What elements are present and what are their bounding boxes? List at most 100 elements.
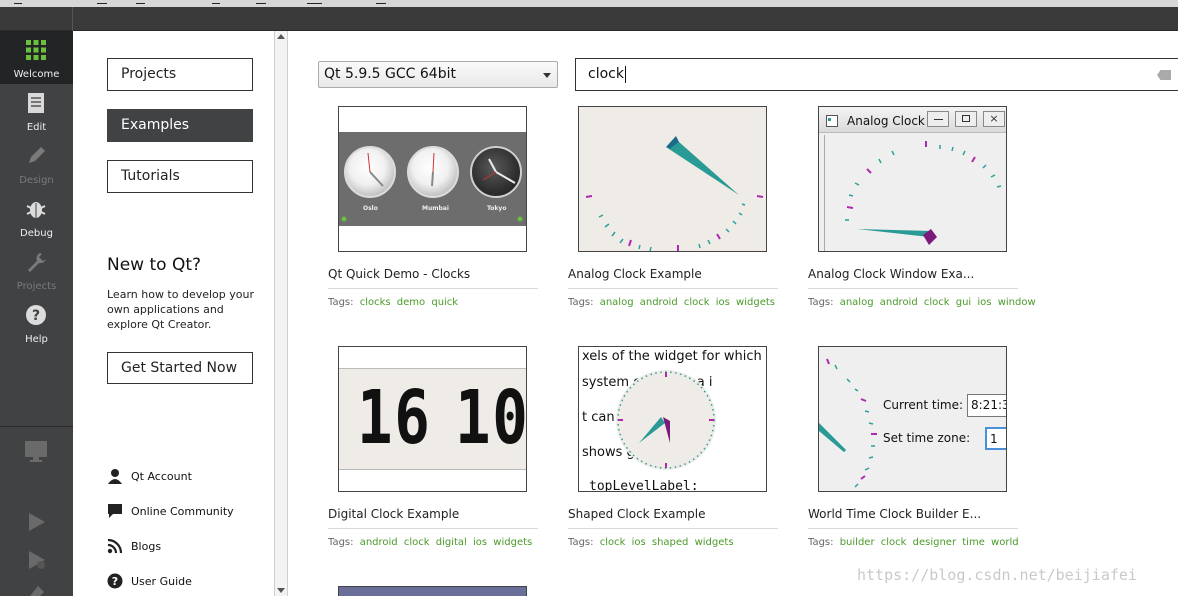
watermark: https://blog.csdn.net/beijiafei	[857, 566, 1137, 584]
tag-link[interactable]: android	[640, 297, 678, 308]
mode-projects[interactable]: Projects	[0, 243, 73, 296]
tag-link[interactable]: digital	[436, 537, 467, 548]
example-thumbnail[interactable]	[578, 106, 767, 252]
build-icon[interactable]	[26, 583, 48, 596]
mode-label: Welcome	[13, 69, 60, 80]
tag-link[interactable]: ios	[632, 537, 646, 548]
welcome-sidebar: Projects Examples Tutorials New to Qt? L…	[73, 31, 275, 596]
tag-link[interactable]: clock	[881, 537, 907, 548]
mode-label: Edit	[26, 122, 47, 133]
tag-link[interactable]: analog	[600, 297, 634, 308]
search-input[interactable]: clock	[575, 58, 1178, 91]
mode-bar: Welcome Edit Design Debug Projects ? Hel…	[0, 31, 73, 596]
mode-label: Help	[25, 334, 48, 345]
scroll-down-icon[interactable]	[277, 588, 285, 593]
tag-link[interactable]: widgets	[493, 537, 532, 548]
tag-link[interactable]: clock	[600, 537, 626, 548]
time-zone-field[interactable]: 1	[985, 427, 1006, 450]
tag-link[interactable]: quick	[431, 297, 458, 308]
tag-link[interactable]: clocks	[360, 297, 391, 308]
example-thumbnail[interactable]: xels of the widget for which bi system o…	[578, 346, 767, 492]
link-label: User Guide	[131, 575, 192, 588]
tag-link[interactable]: ios	[977, 297, 991, 308]
tag-link[interactable]: ios	[473, 537, 487, 548]
tag-link[interactable]: analog	[840, 297, 874, 308]
example-thumbnail-partial[interactable]	[338, 586, 527, 596]
tag-link[interactable]: gui	[956, 297, 971, 308]
example-title[interactable]: Analog Clock Example	[568, 267, 778, 289]
example-card[interactable]: Analog Clock Example Tags: analog androi…	[568, 106, 780, 316]
example-title[interactable]: Digital Clock Example	[328, 507, 538, 529]
example-card[interactable]: Oslo Mumbai Tokyo Qt Quick Demo - Clocks…	[328, 106, 540, 316]
tag-link[interactable]: clock	[684, 297, 710, 308]
monitor-icon[interactable]	[23, 439, 49, 465]
projects-button[interactable]: Projects	[107, 58, 253, 91]
lcd-hours: 16	[357, 375, 432, 461]
tag-link[interactable]: time	[962, 537, 985, 548]
mode-edit[interactable]: Edit	[0, 84, 73, 137]
debug-run-icon[interactable]	[26, 549, 48, 571]
mode-welcome[interactable]: Welcome	[0, 31, 73, 84]
example-tags: Tags: analog android clock ios widgets	[568, 297, 775, 308]
examples-panel: Qt 5.9.5 GCC 64bit clock Oslo Mumbai Tok…	[288, 31, 1178, 596]
examples-button[interactable]: Examples	[107, 109, 253, 142]
example-tags: Tags: clocks demo quick	[328, 297, 459, 308]
tutorials-button[interactable]: Tutorials	[107, 160, 253, 193]
wrench-icon	[28, 253, 46, 272]
tag-link[interactable]: android	[360, 537, 398, 548]
example-thumbnail[interactable]: Current time: 8:21:3 Set time zone: 1	[818, 346, 1007, 492]
new-to-qt-heading: New to Qt?	[107, 255, 202, 275]
user-icon	[108, 469, 122, 484]
example-title[interactable]: Qt Quick Demo - Clocks	[328, 267, 538, 289]
tag-link[interactable]: window	[998, 297, 1036, 308]
tag-link[interactable]: builder	[840, 537, 875, 548]
example-card[interactable]: 16 10 Digital Clock Example Tags: androi…	[328, 346, 540, 556]
example-card[interactable]: xels of the widget for which bi system o…	[568, 346, 780, 556]
example-thumbnail[interactable]: Oslo Mumbai Tokyo	[338, 106, 527, 252]
tag-link[interactable]: clock	[404, 537, 430, 548]
tag-link[interactable]: widgets	[736, 297, 775, 308]
menu-bar	[0, 0, 1178, 7]
link-label: Online Community	[131, 505, 234, 518]
mode-debug[interactable]: Debug	[0, 190, 73, 243]
example-card[interactable]: Analog Clock × Analog Clock Window Exa..…	[808, 106, 1036, 316]
help-icon: ?	[107, 573, 123, 589]
example-title[interactable]: Analog Clock Window Exa...	[808, 267, 1018, 289]
vertical-scrollbar[interactable]	[274, 31, 288, 596]
tag-link[interactable]: designer	[913, 537, 956, 548]
city-label: Tokyo	[487, 205, 507, 212]
kit-selector[interactable]: Qt 5.9.5 GCC 64bit	[318, 61, 558, 88]
clear-icon[interactable]	[1157, 70, 1171, 80]
toolbar-strip	[0, 7, 1178, 31]
get-started-button[interactable]: Get Started Now	[107, 352, 253, 384]
help-icon: ?	[26, 305, 46, 325]
tag-link[interactable]: clock	[924, 297, 950, 308]
mode-design[interactable]: Design	[0, 137, 73, 190]
chat-icon	[108, 504, 122, 518]
pencil-icon	[29, 147, 45, 163]
tag-link[interactable]: world	[991, 537, 1019, 548]
tag-link[interactable]: demo	[397, 297, 425, 308]
example-thumbnail[interactable]: 16 10	[338, 346, 527, 492]
mode-label: Design	[19, 175, 54, 186]
time-zone-label: Set time zone:	[883, 431, 971, 445]
grid-icon	[26, 40, 46, 60]
example-title[interactable]: World Time Clock Builder E...	[808, 507, 1018, 529]
scroll-up-icon[interactable]	[277, 34, 285, 39]
mode-help[interactable]: ? Help	[0, 296, 73, 349]
run-icon[interactable]	[26, 511, 48, 533]
rss-icon	[107, 538, 123, 554]
example-thumbnail[interactable]: Analog Clock ×	[818, 106, 1007, 252]
tag-link[interactable]: android	[880, 297, 918, 308]
svg-text:?: ?	[32, 308, 40, 324]
tag-link[interactable]: shaped	[652, 537, 689, 548]
example-tags: Tags: clock ios shaped widgets	[568, 537, 734, 548]
tag-link[interactable]: widgets	[695, 537, 734, 548]
example-card[interactable]: Current time: 8:21:3 Set time zone: 1 Wo…	[808, 346, 1020, 556]
example-tags: Tags: builder clock designer time world	[808, 537, 1019, 548]
document-icon	[28, 93, 44, 113]
search-value: clock	[588, 66, 624, 82]
tag-link[interactable]: ios	[716, 297, 730, 308]
current-time-field[interactable]: 8:21:3	[967, 394, 1006, 417]
example-title[interactable]: Shaped Clock Example	[568, 507, 778, 529]
